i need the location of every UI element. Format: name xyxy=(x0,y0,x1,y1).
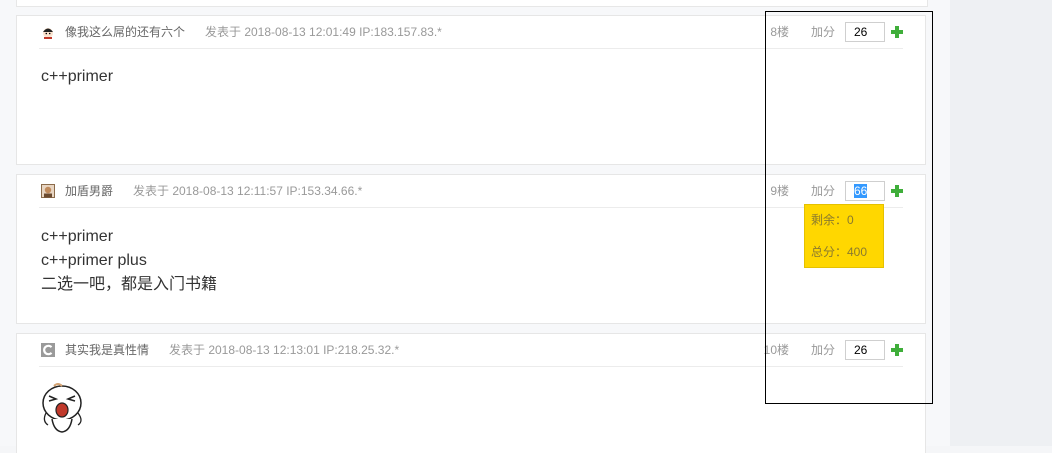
content-line: c++primer xyxy=(41,68,114,85)
previous-post-bottom xyxy=(16,0,928,7)
author-name[interactable]: 加盾男爵 xyxy=(65,184,113,198)
post-content: c++primer c++primer plus 二选一吧，都是入门书籍 xyxy=(41,225,217,297)
author-name[interactable]: 其实我是真性情 xyxy=(65,343,149,357)
content-line: c++primer plus xyxy=(41,252,147,269)
content-line: c++primer xyxy=(41,228,114,245)
post-meta: 发表于 2018-08-13 12:11:57 IP:153.34.66.* xyxy=(133,184,363,198)
post-meta: 发表于 2018-08-13 12:13:01 IP:218.25.32.* xyxy=(169,343,400,357)
laughing-face-sticker xyxy=(42,383,82,433)
content-line: 二选一吧，都是入门书籍 xyxy=(41,276,218,293)
post-meta: 发表于 2018-08-13 12:01:49 IP:183.157.83.* xyxy=(205,25,442,39)
right-gutter xyxy=(950,0,1052,446)
author-name[interactable]: 像我这么屌的还有六个 xyxy=(65,25,185,39)
annotation-outline xyxy=(765,11,933,404)
avatar-icon[interactable] xyxy=(41,343,55,357)
avatar-icon[interactable] xyxy=(41,25,55,39)
post-content: c++primer xyxy=(41,65,113,89)
avatar-icon[interactable] xyxy=(41,184,55,198)
